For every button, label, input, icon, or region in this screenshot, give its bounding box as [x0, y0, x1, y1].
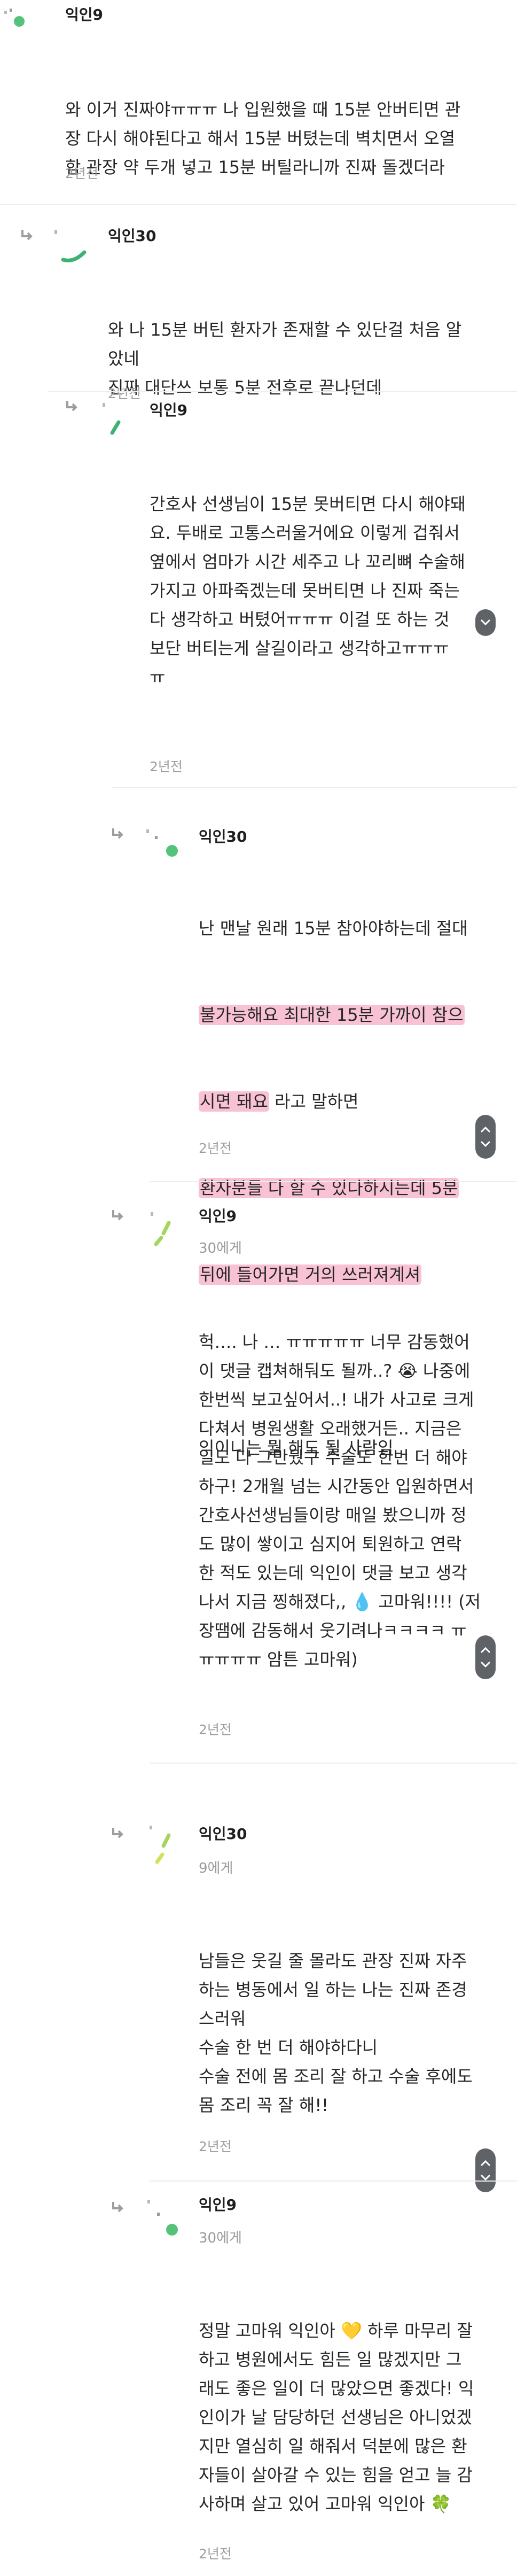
avatar[interactable] [142, 827, 178, 857]
comment-2: 익인30 와 나 15분 버틴 환자가 존재할 수 있단걸 처음 알 았네 진짜 대… [48, 214, 517, 412]
avatar[interactable] [2, 7, 27, 28]
comment-time: 2년전 [150, 759, 183, 774]
comment-author[interactable]: 익인9 [65, 4, 103, 26]
reply-arrow-icon [110, 1209, 125, 1221]
highlighted-text: 불가능해요 최대한 15분 가까이 참으 [199, 1005, 465, 1025]
comment-time: 2년전 [65, 166, 98, 181]
highlighted-text: 시면 돼요 [199, 1091, 269, 1112]
comment-author[interactable]: 익인30 [108, 226, 156, 247]
comment-body: 간호사 선생님이 15분 못버티면 다시 해야돼 요. 두배로 고통스러울거에요 … [150, 494, 466, 687]
comment-5: 익인9 30에게 헉…. 나 … ㅠㅠㅠㅠㅠ 너무 감동했어 이 댓글 캡쳐해둬도… [134, 1197, 517, 1753]
mention-label: 30에게 [199, 1240, 242, 1256]
scroll-down-button[interactable] [475, 609, 496, 636]
avatar[interactable] [99, 401, 124, 435]
mention-label: 9에게 [199, 1860, 233, 1876]
comment-6: 익인30 9에게 남들은 웃길 줄 몰라도 관장 진짜 자주 하는 병동에서 일 … [134, 1812, 517, 2181]
mention-label: 30에게 [199, 2230, 242, 2246]
comment-7: 익인9 30에게 정말 고마워 익인아 💛 하루 마무리 잘 하고 병원에서도 힘… [134, 2186, 517, 2569]
avatar[interactable] [51, 228, 87, 262]
reply-arrow-icon [19, 229, 34, 240]
scroll-updown-button[interactable] [475, 1115, 496, 1159]
comment-1: 익인9 와 이거 진짜야ㅠㅠㅠ 나 입원했을 때 15분 안버티면 관장 다시 … [0, 0, 517, 192]
scroll-updown-button[interactable] [475, 1635, 496, 1679]
comment-body: 남들은 웃길 줄 몰라도 관장 진짜 자주 하는 병동에서 일 하는 나는 진짜 … [199, 1951, 473, 2115]
divider [150, 1181, 517, 1182]
comment-time: 2년전 [199, 1722, 232, 1737]
comment-body: 정말 고마워 익인아 💛 하루 마무리 잘 하고 병원에서도 힘든 일 많겠지만 … [199, 2321, 474, 2514]
comment-author[interactable]: 익인30 [199, 1824, 247, 1845]
comment-body: 와 이거 진짜야ㅠㅠㅠ 나 입원했을 때 15분 안버티면 관장 다시 해야된다… [65, 99, 461, 177]
divider [150, 2181, 517, 2182]
comment-author[interactable]: 익인30 [199, 826, 247, 848]
avatar[interactable] [142, 2198, 178, 2236]
avatar[interactable] [144, 1211, 171, 1246]
comment-3: 익인9 간호사 선생님이 15분 못버티면 다시 해야돼 요. 두배로 고통스러울… [96, 392, 517, 782]
avatar[interactable] [144, 1824, 171, 1864]
reply-arrow-icon [110, 827, 125, 839]
comment-body: 헉…. 나 … ㅠㅠㅠㅠㅠ 너무 감동했어 이 댓글 캡쳐해둬도 될까..? 😭 … [199, 1332, 481, 1670]
comment-author[interactable]: 익인9 [199, 2194, 237, 2216]
comment-time: 2년전 [199, 2546, 232, 2562]
divider [112, 787, 517, 788]
comment-time: 2년전 [199, 2139, 232, 2154]
reply-arrow-icon [110, 1827, 125, 1838]
comment-4: 익인30 난 맨날 원래 15분 참아야하는데 절대 불가능해요 최대한 15분… [134, 818, 517, 1458]
comment-author[interactable]: 익인9 [199, 1206, 237, 1227]
comment-time: 2년전 [199, 1140, 232, 1156]
reply-arrow-icon [110, 2201, 125, 2213]
divider [150, 1763, 517, 1764]
divider [0, 204, 517, 205]
comment-author[interactable]: 익인9 [150, 400, 187, 421]
reply-arrow-icon [64, 400, 79, 412]
